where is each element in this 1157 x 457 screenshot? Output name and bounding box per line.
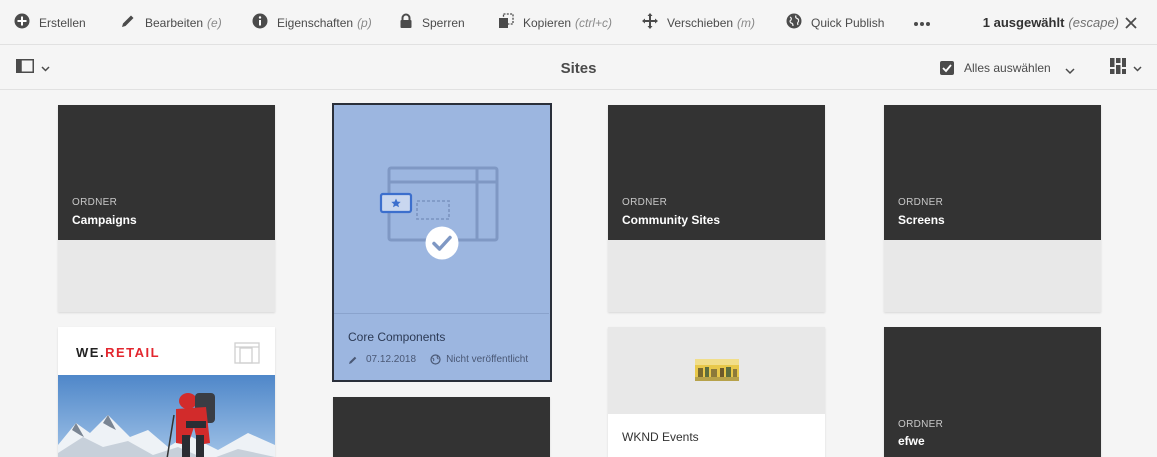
more-button[interactable] [913, 0, 931, 45]
create-label: Erstellen [39, 15, 86, 30]
rail-toggle-icon [16, 58, 34, 78]
card-divider [334, 313, 549, 314]
folder-card-screens[interactable]: ORDNER Screens [884, 105, 1101, 312]
card-title: efwe [898, 434, 925, 448]
card-footer [58, 240, 275, 312]
card-footer [884, 240, 1101, 312]
card-type-label: ORDNER [898, 419, 944, 430]
lock-icon [399, 13, 413, 32]
we-retail-logo: WE.RETAIL [76, 345, 161, 360]
action-bar: Erstellen Bearbeiten (e) Eigenschaften (… [0, 0, 1157, 45]
properties-label: Eigenschaften [277, 15, 354, 30]
site-card-wknd-events[interactable]: WKND Events [608, 327, 825, 457]
hiker-image [58, 375, 275, 457]
site-card-we-retail[interactable]: WE.RETAIL [58, 327, 275, 457]
card-meta: 07.12.2018 Nicht veröffentlicht [348, 354, 528, 365]
move-shortcut: (m) [737, 15, 756, 30]
selection-count-label: 1 ausgewählt [982, 15, 1065, 30]
select-all-dropdown[interactable] [1065, 62, 1075, 75]
info-icon [252, 13, 268, 32]
view-switcher-button[interactable] [1110, 57, 1146, 79]
folder-card-campaigns[interactable]: ORDNER Campaigns [58, 105, 275, 312]
folder-card-community-sites[interactable]: ORDNER Community Sites [608, 105, 825, 312]
edit-shortcut: (e) [207, 15, 222, 30]
quick-publish-label: Quick Publish [811, 15, 885, 30]
publish-status: Nicht veröffentlicht [446, 354, 529, 365]
publish-status-icon [430, 354, 441, 365]
globe-icon [786, 13, 802, 32]
edit-button[interactable]: Bearbeiten (e) [120, 0, 222, 45]
pencil-icon [348, 355, 358, 365]
card-type-label: ORDNER [72, 197, 118, 208]
close-selection-button[interactable] [1121, 13, 1141, 33]
wknd-thumbnail-image [695, 359, 739, 381]
card-title: Campaigns [72, 213, 137, 227]
quick-publish-button[interactable]: Quick Publish [786, 0, 884, 45]
modified-date: 07.12.2018 [366, 354, 417, 365]
checkmark-icon [425, 226, 459, 260]
card-title: WKND Events [622, 430, 699, 444]
select-all-button[interactable]: Alles auswählen [940, 58, 1051, 78]
card-title: Core Components [348, 330, 446, 344]
folder-card-partial[interactable] [333, 397, 550, 457]
chevron-down-icon [1133, 59, 1142, 77]
card-title: Community Sites [622, 213, 721, 227]
plus-circle-icon [14, 13, 30, 32]
properties-shortcut: (p) [357, 15, 372, 30]
copy-label: Kopieren [523, 15, 572, 30]
move-icon [642, 13, 658, 32]
lock-button[interactable]: Sperren [399, 0, 465, 45]
pencil-icon [120, 13, 136, 32]
page-template-icon [234, 342, 260, 364]
copy-button[interactable]: Kopieren (ctrl+c) [498, 0, 612, 45]
edit-label: Bearbeiten [145, 15, 204, 30]
chevron-down-icon [41, 59, 50, 77]
site-card-core-components[interactable]: Core Components 07.12.2018 Nicht veröffe… [332, 103, 552, 382]
checkbox-icon [940, 61, 954, 75]
copy-shortcut: (ctrl+c) [575, 15, 613, 30]
card-view-icon [1110, 57, 1126, 79]
card-footer [608, 240, 825, 312]
chevron-down-icon [1065, 62, 1075, 79]
card-type-label: ORDNER [898, 197, 944, 208]
selection-shortcut: (escape) [1068, 15, 1119, 30]
move-label: Verschieben [667, 15, 734, 30]
rail-toggle-button[interactable] [16, 58, 56, 78]
card-title: Screens [898, 213, 945, 227]
folder-card-efwe[interactable]: ORDNER efwe [884, 327, 1101, 457]
create-button[interactable]: Erstellen [14, 0, 86, 45]
close-icon [1121, 17, 1141, 37]
move-button[interactable]: Verschieben (m) [642, 0, 755, 45]
copy-icon [498, 13, 514, 32]
page-header: Sites Alles auswählen [0, 46, 1157, 90]
more-icon [913, 16, 931, 30]
selection-count: 1 ausgewählt (escape) [983, 0, 1119, 45]
lock-label: Sperren [422, 15, 465, 30]
card-type-label: ORDNER [622, 197, 668, 208]
folder-thumbnail [333, 397, 550, 457]
select-all-label: Alles auswählen [964, 61, 1051, 75]
properties-button[interactable]: Eigenschaften (p) [252, 0, 372, 45]
